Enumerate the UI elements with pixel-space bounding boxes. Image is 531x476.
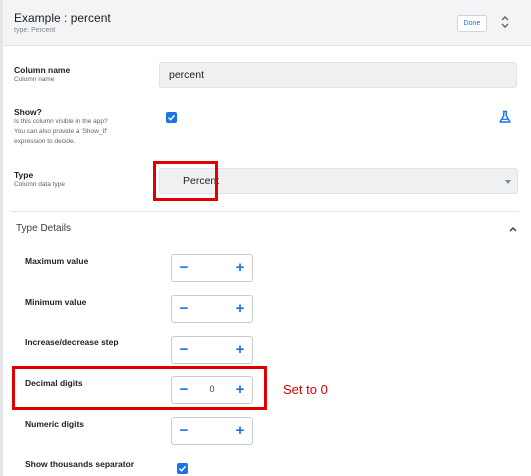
checkmark-icon: [178, 465, 187, 472]
checkmark-icon: [167, 114, 176, 121]
show-checkbox[interactable]: [166, 112, 177, 123]
show-sublabel-line1: Is this column visible in the app?: [14, 118, 108, 125]
dropdown-caret-icon: [505, 180, 511, 184]
numeric-digits-label: Numeric digits: [25, 419, 85, 429]
panel-left-edge: [0, 0, 3, 476]
show-sublabel-line3: expression to decide.: [14, 138, 76, 145]
column-name-input[interactable]: [159, 62, 517, 88]
increment-button[interactable]: +: [232, 342, 248, 358]
show-sublabel-line2: You can also provide a 'Show_If': [14, 128, 108, 135]
type-label: Type: [14, 170, 34, 180]
column-name-label: Column name: [14, 65, 71, 75]
column-name-sublabel: Column name: [14, 76, 55, 83]
show-label: Show?: [14, 107, 42, 117]
stepper-value[interactable]: [196, 344, 228, 357]
increment-button[interactable]: +: [232, 301, 248, 317]
thousands-separator-label: Show thousands separator: [25, 459, 135, 469]
type-details-title: Type Details: [16, 223, 72, 234]
decrement-button[interactable]: −: [176, 342, 192, 358]
maximum-value-stepper: − +: [171, 254, 253, 282]
step-stepper: − +: [171, 336, 253, 364]
numeric-digits-stepper: − +: [171, 417, 253, 445]
stepper-value[interactable]: [196, 262, 228, 275]
collapse-chevron-icon[interactable]: [508, 225, 518, 233]
maximum-value-label: Maximum value: [25, 256, 89, 266]
stepper-value[interactable]: [196, 303, 228, 316]
minimum-value-stepper: − +: [171, 295, 253, 323]
decimal-digits-highlight-box: [12, 366, 267, 410]
type-sublabel: Column data type: [14, 181, 65, 188]
step-label: Increase/decrease step: [25, 337, 119, 347]
column-editor-panel: Example : percent type: Percent Done Col…: [0, 0, 531, 476]
annotation-text: Set to 0: [283, 382, 328, 397]
decrement-button[interactable]: −: [176, 260, 192, 276]
increment-button[interactable]: +: [232, 423, 248, 439]
done-button[interactable]: Done: [457, 15, 487, 32]
decrement-button[interactable]: −: [176, 423, 192, 439]
section-divider: [11, 211, 519, 212]
thousands-separator-checkbox[interactable]: [177, 463, 188, 474]
panel-subtitle: type: Percent: [14, 27, 56, 34]
expand-collapse-icon[interactable]: [499, 14, 511, 30]
increment-button[interactable]: +: [232, 260, 248, 276]
type-highlight-box: [153, 161, 218, 201]
panel-title: Example : percent: [14, 11, 111, 25]
stepper-value[interactable]: [196, 425, 228, 438]
minimum-value-label: Minimum value: [25, 297, 87, 307]
panel-header: Example : percent type: Percent Done: [3, 0, 531, 46]
decrement-button[interactable]: −: [176, 301, 192, 317]
flask-icon[interactable]: [498, 110, 512, 124]
